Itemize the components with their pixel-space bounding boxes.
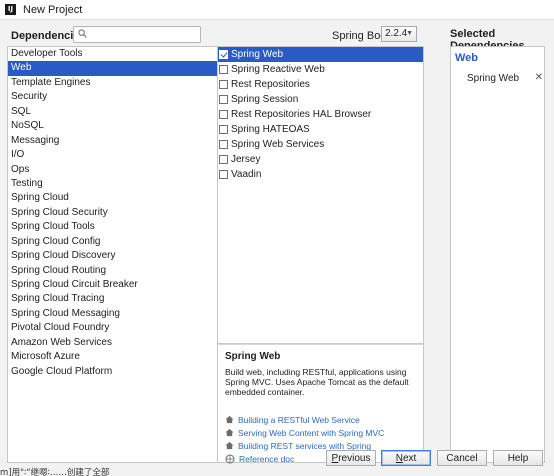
dependency-list: Spring Web Spring Reactive Web Rest Reposi… [217, 46, 424, 344]
category-item-ops[interactable]: Ops [8, 163, 217, 177]
search-field[interactable] [73, 26, 201, 43]
checkbox[interactable] [219, 50, 228, 59]
details-link-label: Building a RESTful Web Service [238, 414, 360, 425]
home-icon [225, 441, 238, 450]
checkbox[interactable] [219, 110, 228, 119]
dependency-item-spring-reactive-web[interactable]: Spring Reactive Web [218, 62, 423, 77]
dependency-item-spring-session[interactable]: Spring Session [218, 92, 423, 107]
category-list: Developer Tools Web Template Engines Securi… [7, 46, 218, 463]
title-bar: IJ New Project [0, 0, 554, 20]
dependency-label: Spring Web [231, 49, 284, 60]
dependency-item-spring-web-services[interactable]: Spring Web Services [218, 137, 423, 152]
details-link[interactable]: Building a RESTful Web Service [225, 413, 384, 426]
remove-icon[interactable]: ✕ [535, 72, 543, 83]
category-item-amazon-web-services[interactable]: Amazon Web Services [8, 336, 217, 350]
intellij-app-icon: IJ [5, 4, 16, 15]
background-window-text: m]用"∶“继嗯∶……创建了全部 [0, 468, 110, 476]
details-title: Spring Web [225, 351, 281, 362]
home-icon [225, 415, 238, 424]
checkbox[interactable] [219, 95, 228, 104]
checkbox[interactable] [219, 125, 228, 134]
checkbox[interactable] [219, 155, 228, 164]
dependency-label: Rest Repositories HAL Browser [231, 109, 372, 120]
category-item-sql[interactable]: SQL [8, 105, 217, 119]
dependency-label: Jersey [231, 154, 261, 165]
help-button[interactable]: Help [493, 450, 543, 466]
new-project-dialog: Dependencies Spring Boot 2.2.4 ▼ Selecte… [0, 20, 554, 476]
reference-doc-icon [225, 454, 239, 464]
dependency-item-jersey[interactable]: Jersey [218, 152, 423, 167]
previous-button[interactable]: Previous [326, 450, 376, 466]
category-item-spring-cloud-config[interactable]: Spring Cloud Config [8, 235, 217, 249]
category-item-microsoft-azure[interactable]: Microsoft Azure [8, 350, 217, 364]
dependency-label: Vaadin [231, 169, 262, 180]
selected-dependencies-panel: Web Spring Web ✕ [450, 46, 545, 463]
next-post: ext [402, 452, 417, 464]
category-item-spring-cloud-tracing[interactable]: Spring Cloud Tracing [8, 292, 217, 306]
dependency-item-spring-web[interactable]: Spring Web [218, 47, 423, 62]
dependency-item-spring-hateoas[interactable]: Spring HATEOAS [218, 122, 423, 137]
category-item-spring-cloud-tools[interactable]: Spring Cloud Tools [8, 220, 217, 234]
home-icon [225, 428, 238, 437]
category-item-developer-tools[interactable]: Developer Tools [8, 47, 217, 61]
category-item-google-cloud-platform[interactable]: Google Cloud Platform [8, 365, 217, 379]
category-item-spring-cloud-messaging[interactable]: Spring Cloud Messaging [8, 307, 217, 321]
checkbox[interactable] [219, 65, 228, 74]
category-item-spring-cloud-routing[interactable]: Spring Cloud Routing [8, 264, 217, 278]
checkbox[interactable] [219, 170, 228, 179]
category-item-testing[interactable]: Testing [8, 177, 217, 191]
details-link-label: Reference doc [239, 453, 295, 464]
details-description: Build web, including RESTful, applicatio… [225, 367, 409, 397]
category-item-nosql[interactable]: NoSQL [8, 119, 217, 133]
dependency-item-vaadin[interactable]: Vaadin [218, 167, 423, 182]
window-title: New Project [23, 3, 83, 16]
details-link-label: Building REST services with Spring [238, 440, 372, 451]
category-item-security[interactable]: Security [8, 90, 217, 104]
spring-boot-version-value: 2.2.4 [385, 28, 408, 39]
category-item-i-o[interactable]: I/O [8, 148, 217, 162]
search-icon [78, 29, 87, 38]
checkbox[interactable] [219, 140, 228, 149]
checkbox[interactable] [219, 80, 228, 89]
dependency-label: Spring HATEOAS [231, 124, 310, 135]
selected-group-web: Web [455, 52, 479, 64]
category-item-spring-cloud[interactable]: Spring Cloud [8, 191, 217, 205]
dependency-label: Spring Session [231, 94, 299, 105]
details-link-label: Serving Web Content with Spring MVC [238, 427, 385, 438]
dependency-label: Spring Web Services [231, 139, 325, 150]
category-item-template-engines[interactable]: Template Engines [8, 76, 217, 90]
previous-post: revious [338, 452, 371, 464]
category-item-messaging[interactable]: Messaging [8, 134, 217, 148]
next-button[interactable]: Next [381, 450, 431, 466]
selected-item-label: Spring Web [467, 73, 520, 84]
dependency-label: Spring Reactive Web [231, 64, 325, 75]
selected-item-spring-web: Spring Web ✕ [467, 72, 543, 84]
search-input[interactable] [90, 28, 196, 41]
dependency-item-rest-repositories[interactable]: Rest Repositories [218, 77, 423, 92]
category-item-spring-cloud-discovery[interactable]: Spring Cloud Discovery [8, 249, 217, 263]
category-item-pivotal-cloud-foundry[interactable]: Pivotal Cloud Foundry [8, 321, 217, 335]
details-link[interactable]: Serving Web Content with Spring MVC [225, 426, 384, 439]
chevron-down-icon: ▼ [406, 30, 413, 37]
cancel-button[interactable]: Cancel [437, 450, 487, 466]
previous-mnemonic: P [331, 452, 339, 464]
category-item-spring-cloud-circuit-breaker[interactable]: Spring Cloud Circuit Breaker [8, 278, 217, 292]
dependency-label: Rest Repositories [231, 79, 310, 90]
spring-boot-version-select[interactable]: 2.2.4 ▼ [381, 26, 417, 42]
category-item-web[interactable]: Web [8, 61, 217, 76]
dependency-item-rest-repositories-hal-browser[interactable]: Rest Repositories HAL Browser [218, 107, 423, 122]
dependency-details: Spring Web Build web, including RESTful,… [217, 344, 424, 464]
next-mnemonic: N [395, 452, 403, 464]
category-item-spring-cloud-security[interactable]: Spring Cloud Security [8, 206, 217, 220]
